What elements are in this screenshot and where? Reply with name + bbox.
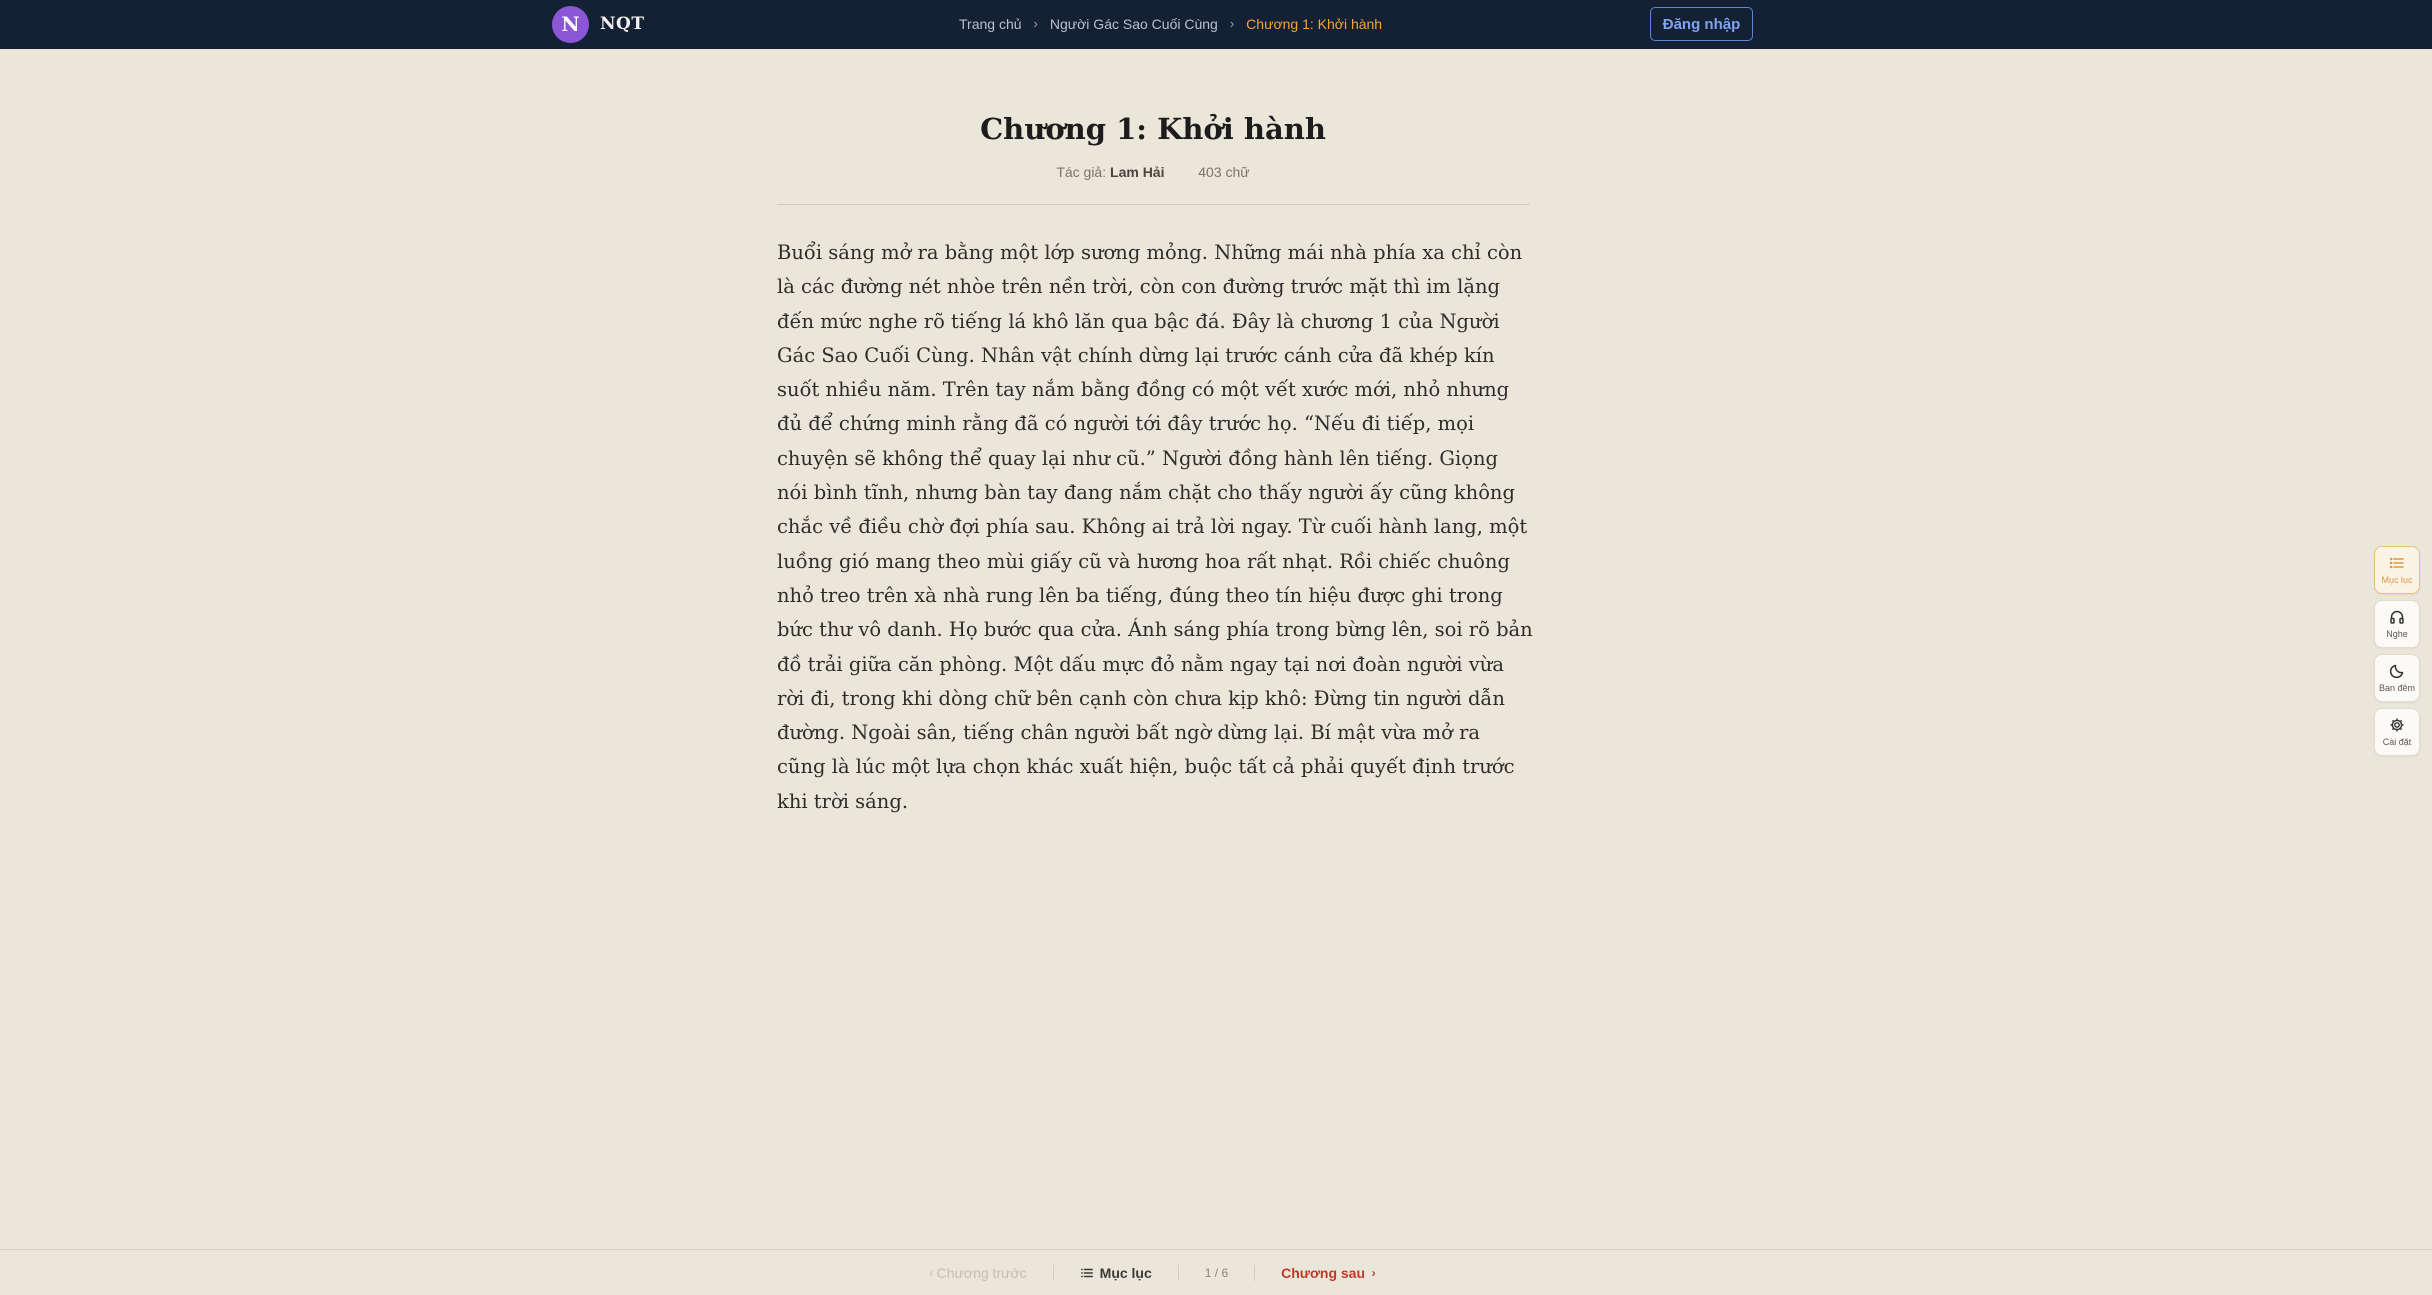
breadcrumb-novel[interactable]: Người Gác Sao Cuối Cùng xyxy=(1050,16,1218,32)
next-chapter-button[interactable]: Chương sau › xyxy=(1281,1265,1376,1281)
brand-home-link[interactable]: N NQT xyxy=(552,4,645,44)
toc-tool-button[interactable]: Mục lục xyxy=(2374,546,2420,594)
chapter-content: Buổi sáng mở ra bằng một lớp sương mỏng.… xyxy=(777,241,1533,813)
chapter-navigation-bar: ‹ Chương trước Mục lục 1 / 6 Chương sau … xyxy=(0,1249,2432,1295)
author-name[interactable]: Lam Hải xyxy=(1110,164,1164,180)
login-button[interactable]: Đăng nhập xyxy=(1650,7,1753,41)
headphones-icon xyxy=(2390,610,2404,624)
breadcrumb-separator-icon: › xyxy=(1033,16,1038,31)
listen-tool-button[interactable]: Nghe xyxy=(2374,600,2420,648)
tool-label: Cài đặt xyxy=(2382,737,2412,747)
breadcrumb-home[interactable]: Trang chủ xyxy=(959,16,1022,32)
previous-chapter-label: Chương trước xyxy=(936,1264,1027,1281)
toc-button[interactable]: Mục lục xyxy=(1080,1265,1152,1281)
top-navbar: N NQT Trang chủ › Người Gác Sao Cuối Cùn… xyxy=(0,0,2432,49)
brand-name: NQT xyxy=(600,14,645,34)
nav-divider xyxy=(1052,1264,1054,1281)
nav-divider xyxy=(1254,1264,1256,1281)
heading-divider xyxy=(777,204,1530,205)
list-icon xyxy=(1080,1268,1093,1277)
chapter-meta: Tác giả: Lam Hải 403 chữ xyxy=(0,164,2306,180)
moon-icon xyxy=(2389,664,2404,679)
breadcrumb-separator-icon: › xyxy=(1229,16,1235,31)
next-chapter-label: Chương sau xyxy=(1281,1264,1366,1281)
page-indicator: 1 / 6 xyxy=(1204,1265,1229,1280)
list-icon xyxy=(2389,557,2404,569)
nav-divider xyxy=(1177,1264,1179,1281)
word-count: 403 chữ xyxy=(1198,164,1250,180)
breadcrumb: Trang chủ › Người Gác Sao Cuối Cùng › Ch… xyxy=(959,0,1382,47)
tool-label: Nghe xyxy=(2386,629,2408,639)
tool-label: Mục lục xyxy=(2381,575,2413,585)
breadcrumb-current-chapter: Chương 1: Khởi hành xyxy=(1246,15,1383,32)
chevron-left-icon: ‹ xyxy=(929,1265,937,1280)
logo-badge: N xyxy=(552,5,589,43)
previous-chapter-button[interactable]: ‹ Chương trước xyxy=(929,1265,1026,1281)
night-mode-tool-button[interactable]: Ban đêm xyxy=(2374,654,2420,702)
chevron-right-icon: › xyxy=(1365,1265,1376,1280)
settings-tool-button[interactable]: Cài đặt xyxy=(2374,708,2420,756)
chapter-title: Chương 1: Khởi hành xyxy=(980,112,1326,146)
reader-toolbar: Mục lục Nghe Ban đêm Cài đặt xyxy=(2374,546,2420,762)
author-label: Tác giả: xyxy=(1056,164,1107,180)
toc-label: Mục lục xyxy=(1099,1264,1152,1281)
gear-icon xyxy=(2390,718,2404,732)
tool-label: Ban đêm xyxy=(2378,683,2416,693)
